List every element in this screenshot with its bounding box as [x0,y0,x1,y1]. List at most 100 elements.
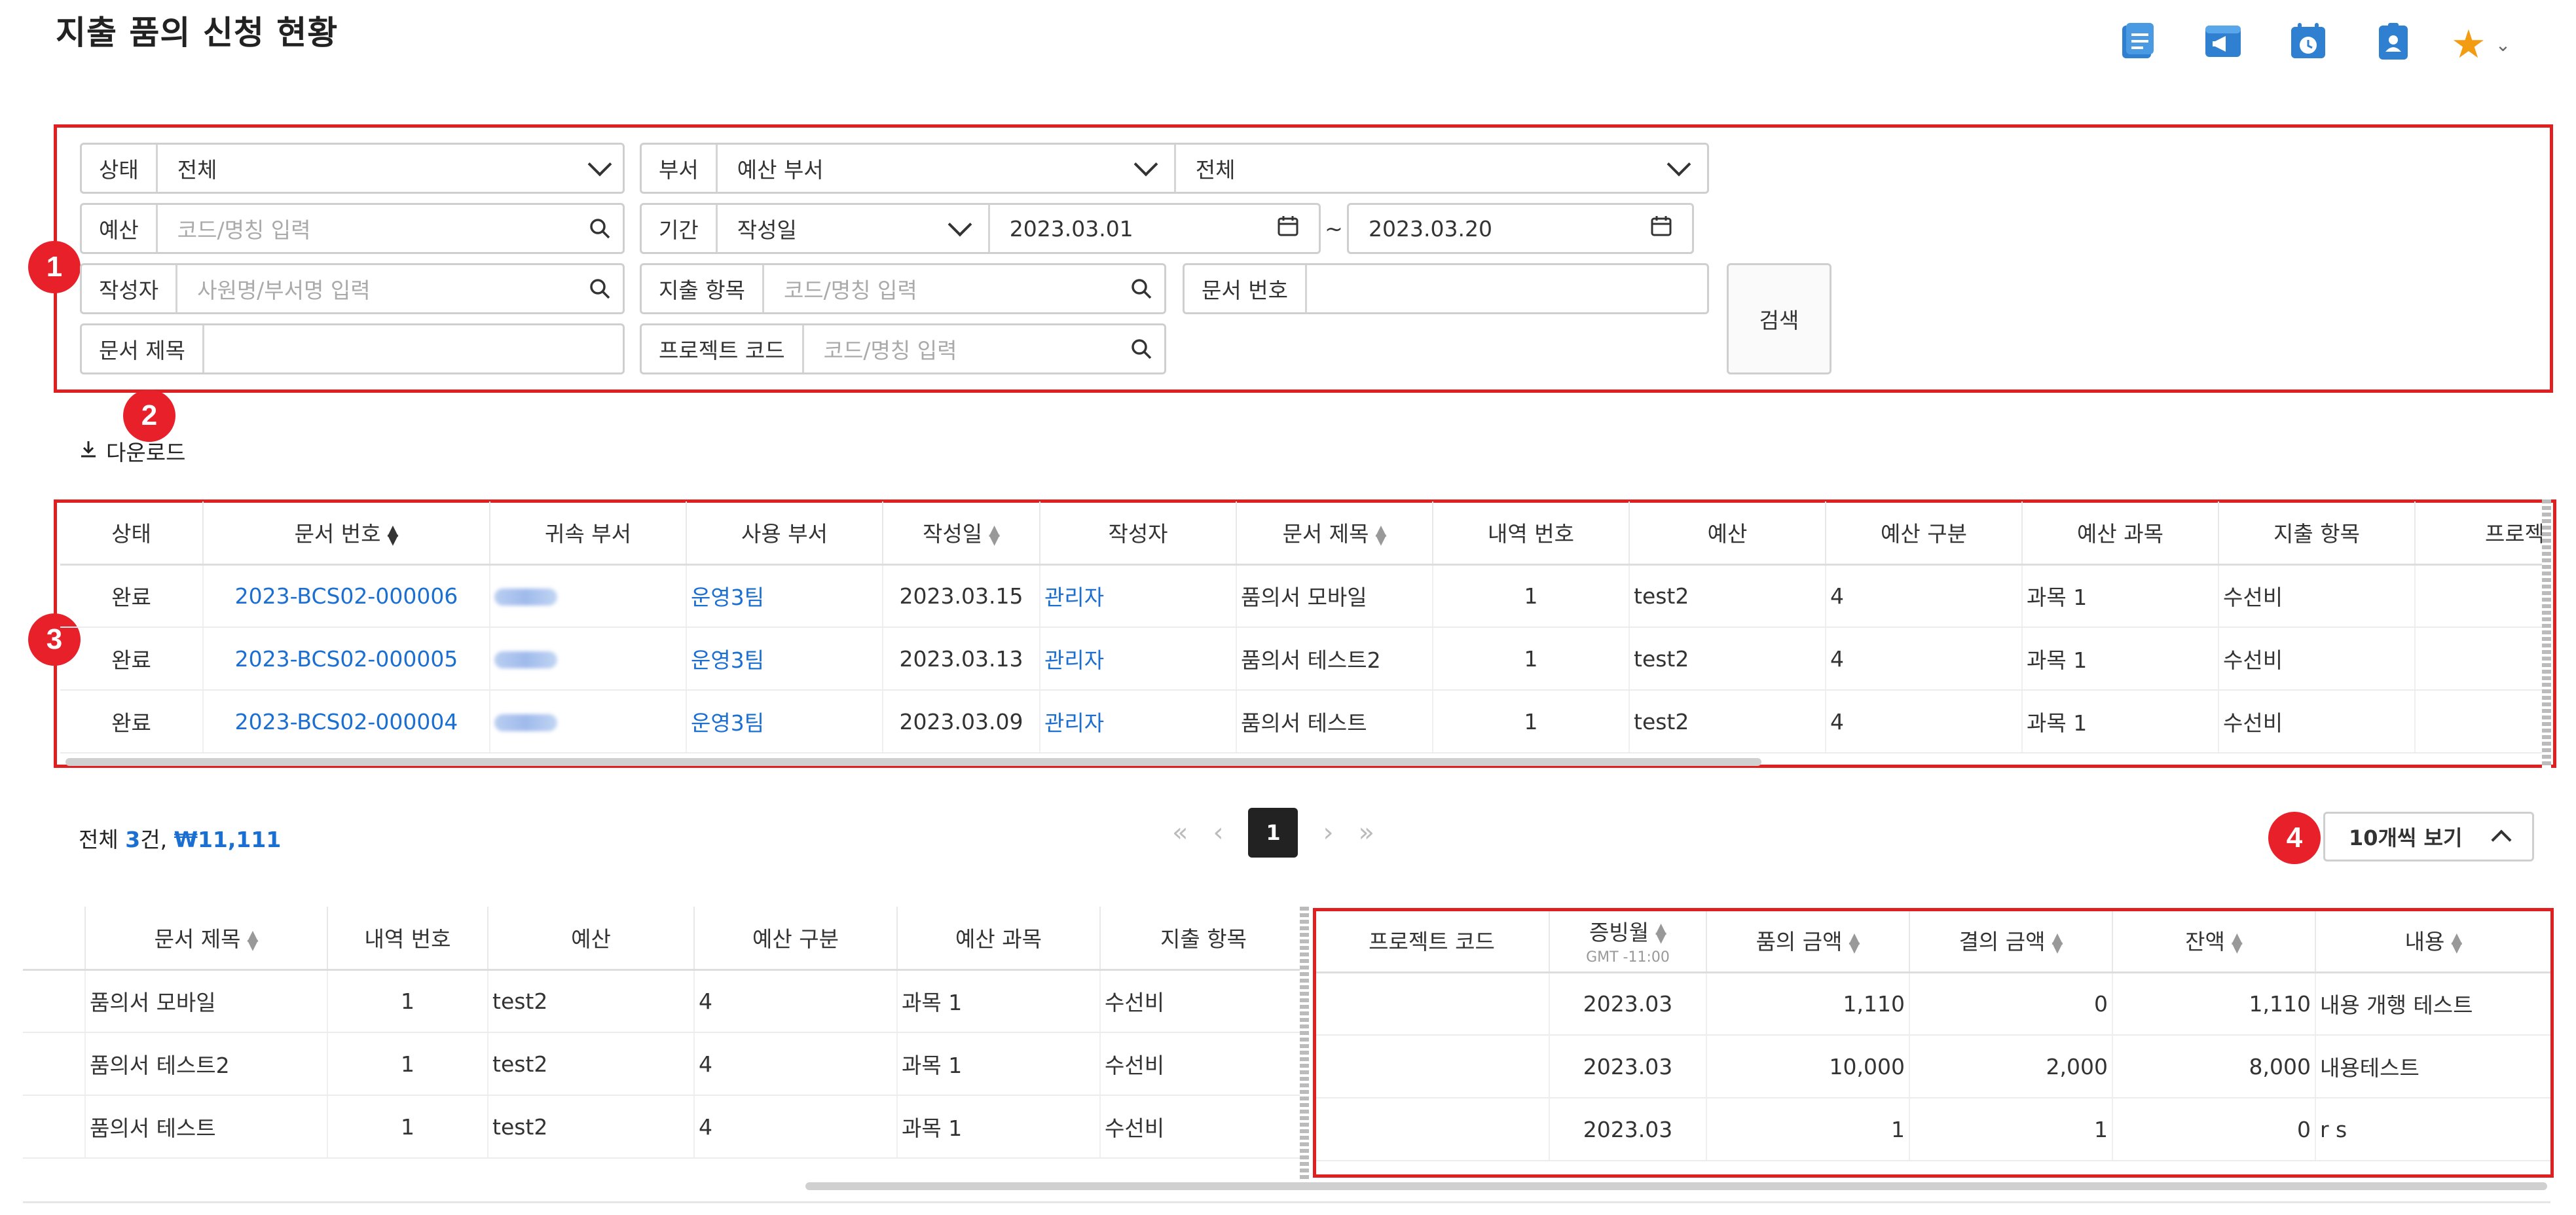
cell-budget-subject: 과목 1 [2022,690,2219,753]
cell-status: 완료 [60,564,204,628]
department-select[interactable]: 부서 예산 부서 전체 [640,143,1709,194]
col-header-item-no: 내역 번호 [1433,501,1630,566]
table-row[interactable]: 완료 2023-BCS02-000004 운영3팀 2023.03.09 관리자… [60,690,2545,753]
use-dept-link[interactable]: 운영3팀 [686,690,883,753]
writer-link[interactable]: 관리자 [1040,564,1237,628]
doc-no-field[interactable]: 문서 번호 [1183,263,1709,314]
search-icon[interactable] [1118,265,1164,312]
department-type-value: 예산 부서 [737,157,824,183]
col-header-budget: 예산 [1629,501,1826,566]
sort-icon[interactable]: ▲ ▼ [989,523,1000,547]
main-table-header: 상태 문서 번호 ▲ ▼ 귀속 부서 사용 부서 작성일 ▲ ▼ 작성자 문서 제목 ▲ ▼… [60,501,2545,566]
writer-field[interactable]: 작성자 사원명/부서명 입력 [80,263,625,314]
col-header-project: 프로젝 [2415,501,2545,566]
cell-item-no: 1 [327,1095,488,1159]
budget-field[interactable]: 예산 코드/명칭 입력 [80,203,625,254]
download-icon [79,439,98,464]
expense-item-input[interactable]: 코드/명칭 입력 [764,265,1118,312]
first-page-button[interactable]: « [1172,818,1188,848]
status-select[interactable]: 상태 전체 [80,143,625,194]
document-list-icon[interactable] [2118,22,2158,61]
department-value: 전체 [1195,157,1236,183]
department-type-select[interactable]: 예산 부서 [718,145,1176,192]
col-header-label: 문서 제목 [1282,521,1369,547]
annotation-box-right-columns [1313,908,2554,1178]
period-type-select[interactable]: 작성일 [718,205,990,252]
chevron-up-icon [2491,826,2512,850]
col-header-title[interactable]: 문서 제목 ▲ ▼ [85,907,328,971]
summary-amount: ₩11,111 [174,827,282,852]
horizontal-scrollbar[interactable] [805,1182,2547,1190]
col-header-date[interactable]: 작성일 ▲ ▼ [883,501,1040,566]
period-end-input[interactable]: 2023.03.20 [1347,203,1694,254]
download-label: 다운로드 [106,440,186,465]
sort-icon[interactable]: ▲ ▼ [388,523,399,547]
calendar-clock-icon[interactable] [2289,22,2328,61]
cell-budget: test2 [1629,564,1826,628]
table-row[interactable]: 완료 2023-BCS02-000006 운영3팀 2023.03.15 관리자… [60,564,2545,628]
table-cut-indicator [2542,499,2551,768]
doc-no-link[interactable]: 2023-BCS02-000004 [203,690,490,753]
budget-label: 예산 [82,205,158,252]
table-row[interactable]: 품의서 테스트 1 test2 4 과목 1 수선비 [23,1095,1306,1159]
last-page-button[interactable]: » [1358,818,1374,848]
project-code-field[interactable]: 프로젝트 코드 코드/명칭 입력 [640,323,1166,374]
department-value-select[interactable]: 전체 [1176,145,1707,192]
summary-unit: 건, [140,827,168,852]
favorite-menu[interactable]: ★ ⌄ [2451,22,2523,67]
horizontal-scrollbar[interactable] [65,758,1761,766]
calendar-icon[interactable] [1650,215,1672,242]
cell-blank [23,970,86,1033]
bottom-divider [23,1201,2550,1203]
cell-owner-dept [490,690,687,753]
cell-item-no: 1 [327,970,488,1033]
search-icon[interactable] [577,265,623,312]
budget-input[interactable]: 코드/명칭 입력 [158,205,577,252]
writer-input[interactable]: 사원명/부서명 입력 [177,265,577,312]
next-page-button[interactable]: › [1323,818,1333,848]
col-header-budget: 예산 [488,907,695,971]
doc-no-link[interactable]: 2023-BCS02-000005 [203,627,490,691]
period-start-input[interactable]: 2023.03.01 [990,205,1319,252]
contact-card-icon[interactable] [2374,22,2413,61]
calendar-icon[interactable] [1277,215,1299,242]
per-page-select[interactable]: 10개씩 보기 [2323,812,2534,861]
main-table-wrapper: 상태 문서 번호 ▲ ▼ 귀속 부서 사용 부서 작성일 ▲ ▼ 작성자 문서 제목 ▲ ▼… [60,501,2545,758]
page-button-current[interactable]: 1 [1248,808,1298,858]
writer-link[interactable]: 관리자 [1040,627,1237,691]
star-icon[interactable]: ★ [2451,25,2486,64]
use-dept-link[interactable]: 운영3팀 [686,564,883,628]
megaphone-icon[interactable] [2203,22,2243,61]
search-icon[interactable] [577,205,623,252]
period-start-value: 2023.03.01 [1009,215,1133,242]
expense-item-field[interactable]: 지출 항목 코드/명칭 입력 [640,263,1166,314]
table-split-indicator [1300,907,1309,1182]
search-button[interactable]: 검색 [1727,263,1831,374]
table-row[interactable]: 품의서 테스트2 1 test2 4 과목 1 수선비 [23,1032,1306,1096]
doc-no-input[interactable] [1307,265,1707,312]
cell-budget-subject: 과목 1 [897,1095,1101,1159]
cell-title: 품의서 테스트 [85,1095,328,1159]
doc-title-field[interactable]: 문서 제목 [80,323,625,374]
sort-icon[interactable]: ▲ ▼ [1376,523,1387,547]
chevron-down-icon[interactable]: ⌄ [2495,34,2511,56]
table-row[interactable]: 완료 2023-BCS02-000005 운영3팀 2023.03.13 관리자… [60,627,2545,691]
search-icon[interactable] [1118,325,1164,372]
col-header-title[interactable]: 문서 제목 ▲ ▼ [1236,501,1433,566]
table-row[interactable]: 품의서 모바일 1 test2 4 과목 1 수선비 [23,970,1306,1033]
scrolled-table-left: 문서 제목 ▲ ▼ 내역 번호 예산 예산 구분 예산 과목 지출 항목 품의서 모… [23,907,1306,1175]
doc-no-link[interactable]: 2023-BCS02-000006 [203,564,490,628]
doc-title-input[interactable] [204,325,623,372]
prev-page-button[interactable]: ‹ [1213,818,1223,848]
cell-budget-type: 4 [1826,690,2023,753]
period-end-value: 2023.03.20 [1369,215,1492,242]
use-dept-link[interactable]: 운영3팀 [686,627,883,691]
col-header-budget-type: 예산 구분 [694,907,898,971]
download-button[interactable]: 다운로드 [79,435,185,467]
result-summary: 전체 3건, ₩11,111 [79,822,281,854]
sort-icon[interactable]: ▲ ▼ [248,928,259,952]
col-header-doc-no[interactable]: 문서 번호 ▲ ▼ [203,501,490,566]
cell-budget-type: 4 [694,970,898,1033]
writer-link[interactable]: 관리자 [1040,690,1237,753]
project-code-input[interactable]: 코드/명칭 입력 [804,325,1118,372]
